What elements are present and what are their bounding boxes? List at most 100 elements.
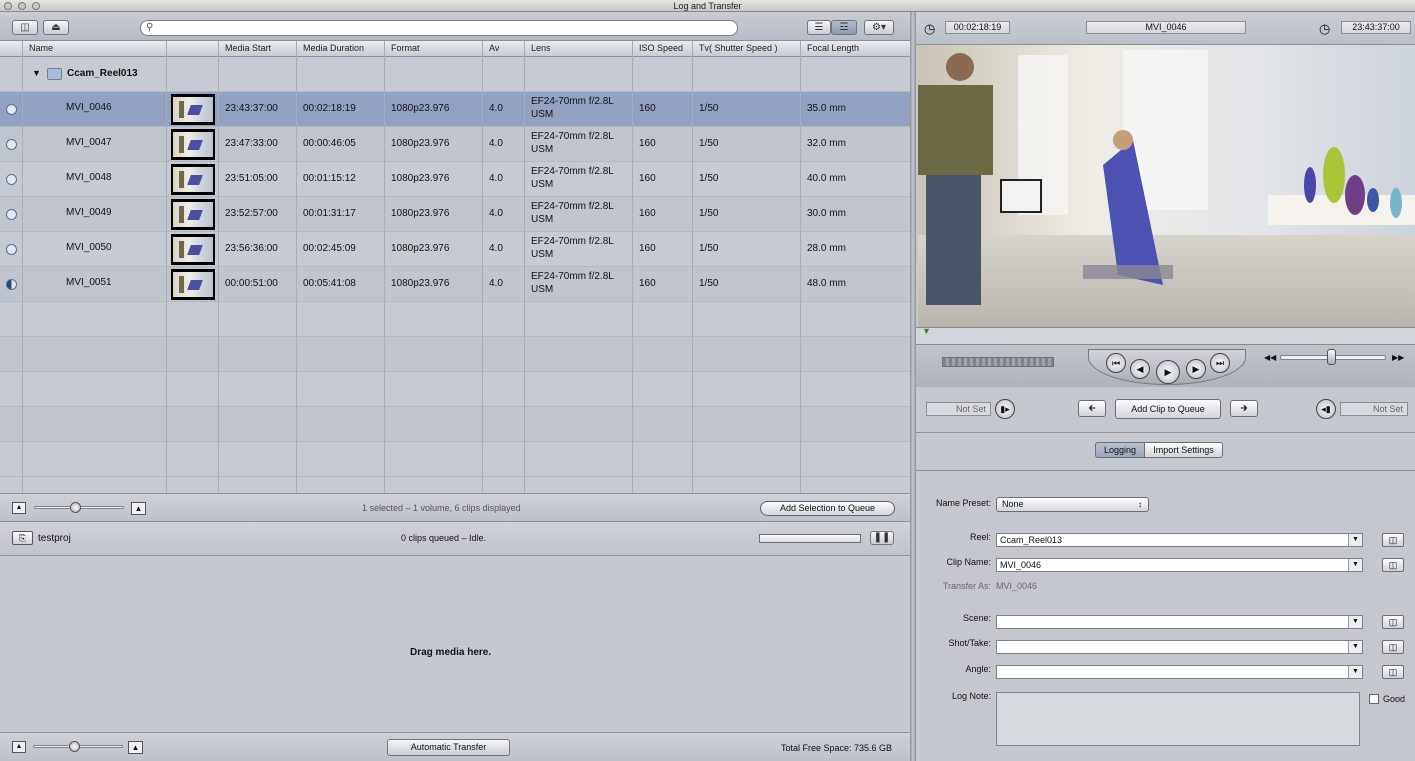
play-button[interactable]: ▶ (1156, 360, 1180, 384)
dropdown-arrow-icon[interactable]: ▼ (1348, 666, 1362, 678)
clip-name-slate-button[interactable]: ◫ (1382, 558, 1404, 572)
angle-field[interactable]: ▼ (996, 665, 1363, 679)
minimize-window-button[interactable] (18, 2, 26, 10)
table-row[interactable]: MVI_0048 23:51:05:00 00:01:15:12 1080p23… (0, 162, 910, 197)
shuttle-knob[interactable] (1327, 349, 1336, 365)
column-divider (524, 57, 525, 493)
table-row[interactable]: MVI_0047 23:47:33:00 00:00:46:05 1080p23… (0, 127, 910, 162)
shutter: 1/50 (699, 208, 719, 219)
dropdown-arrow-icon[interactable]: ▼ (1348, 616, 1362, 628)
iso: 160 (639, 138, 656, 149)
playhead-icon[interactable]: ▼ (922, 326, 931, 336)
duration-timecode[interactable]: 00:02:18:19 (945, 21, 1010, 34)
col-shutter[interactable]: Tv( Shutter Speed ) (692, 41, 800, 57)
previous-clip-button[interactable]: 🡰 (1078, 400, 1106, 417)
automatic-transfer-button[interactable]: Automatic Transfer (387, 739, 510, 756)
col-focal[interactable]: Focal Length (800, 41, 910, 57)
eject-button[interactable]: ⏏ (43, 20, 69, 35)
transfer-status-icon[interactable] (6, 244, 17, 255)
clip-name: MVI_0049 (66, 207, 112, 218)
queue-drop-zone[interactable]: Drag media here. (0, 556, 910, 732)
table-row[interactable]: MVI_0049 23:52:57:00 00:01:31:17 1080p23… (0, 197, 910, 232)
clip-thumbnail (171, 129, 215, 160)
large-thumbnail-icon[interactable]: ▲ (131, 502, 146, 515)
in-point-field[interactable]: Not Set (926, 402, 991, 416)
previous-frame-button[interactable]: ◀ (1130, 359, 1150, 379)
table-row[interactable]: MVI_0050 23:56:36:00 00:02:45:09 1080p23… (0, 232, 910, 267)
shot-take-field[interactable]: ▼ (996, 640, 1363, 654)
col-iso[interactable]: ISO Speed (632, 41, 692, 57)
tab-import-settings[interactable]: Import Settings (1144, 442, 1223, 458)
add-folder-button[interactable]: ◫ (12, 20, 38, 35)
pause-queue-button[interactable]: ❚❚ (870, 531, 894, 545)
add-clip-to-queue-button[interactable]: Add Clip to Queue (1115, 399, 1221, 419)
scene-slate-button[interactable]: ◫ (1382, 615, 1404, 629)
col-media-duration[interactable]: Media Duration (296, 41, 384, 57)
dropdown-arrow-icon[interactable]: ▼ (1348, 534, 1362, 546)
zoom-window-button[interactable] (32, 2, 40, 10)
shot-take-label: Shot/Take: (948, 638, 991, 648)
reel-slate-button[interactable]: ◫ (1382, 533, 1404, 547)
dropdown-arrow-icon[interactable]: ▼ (1348, 641, 1362, 653)
add-selection-to-queue-button[interactable]: Add Selection to Queue (760, 501, 895, 516)
log-note-textarea[interactable] (996, 692, 1360, 746)
small-thumbnail-icon[interactable]: ▲ (12, 741, 26, 753)
large-thumbnail-icon[interactable]: ▲ (128, 741, 143, 754)
format: 1080p23.976 (391, 243, 450, 254)
next-clip-button[interactable]: 🡲 (1230, 400, 1258, 417)
reel-row[interactable]: ▼ Ccam_Reel013 (0, 57, 910, 92)
go-to-start-button[interactable]: ⏮ (1106, 353, 1126, 373)
out-point-field[interactable]: Not Set (1340, 402, 1408, 416)
queue-thumbnail-knob[interactable] (69, 741, 80, 752)
format: 1080p23.976 (391, 208, 450, 219)
media-start: 23:56:36:00 (225, 243, 278, 254)
go-to-end-button[interactable]: ⏭ (1210, 353, 1230, 373)
current-timecode[interactable]: 23:43:37:00 (1341, 21, 1411, 34)
shot-take-slate-button[interactable]: ◫ (1382, 640, 1404, 654)
free-space: Total Free Space: 735.6 GB (781, 743, 893, 753)
project-icon[interactable]: ⎘ (12, 531, 33, 545)
clip-name-field[interactable]: MVI_0046 ▼ (996, 558, 1363, 572)
col-name[interactable]: Name (22, 41, 166, 57)
transfer-status-icon[interactable] (6, 174, 17, 185)
transfer-status-icon[interactable] (6, 279, 17, 290)
clip-name: MVI_0051 (66, 277, 112, 288)
col-format[interactable]: Format (384, 41, 482, 57)
tab-logging[interactable]: Logging (1095, 442, 1145, 458)
col-av[interactable]: Av (482, 41, 524, 57)
next-frame-button[interactable]: ▶ (1186, 359, 1206, 379)
transfer-status-icon[interactable] (6, 139, 17, 150)
list-icon: ☰ (814, 22, 824, 33)
disclosure-triangle-icon[interactable]: ▼ (32, 68, 41, 78)
thumbnail-size-knob[interactable] (70, 502, 81, 513)
browser-status-text: 1 selected – 1 volume, 6 clips displayed (362, 503, 521, 513)
list-view-button[interactable]: ☰ (807, 20, 831, 35)
table-row[interactable]: MVI_0051 00:00:51:00 00:05:41:08 1080p23… (0, 267, 910, 302)
angle-slate-button[interactable]: ◫ (1382, 665, 1404, 679)
search-input[interactable]: ⚲ (140, 20, 738, 36)
transfer-status-icon[interactable] (6, 209, 17, 220)
reel-field[interactable]: Ccam_Reel013 ▼ (996, 533, 1363, 547)
thumbnail-view-button[interactable]: ☲ (831, 20, 857, 35)
col-thumbnail[interactable] (166, 41, 218, 57)
good-checkbox[interactable] (1369, 694, 1379, 704)
col-media-start[interactable]: Media Start (218, 41, 296, 57)
scrubber-bar[interactable]: ▼ (916, 326, 1415, 345)
mark-out-button[interactable]: ◂▮ (1316, 399, 1336, 419)
name-preset-select[interactable]: None ↕ (996, 497, 1149, 512)
jog-wheel[interactable] (942, 357, 1054, 367)
aperture: 4.0 (489, 138, 503, 149)
dropdown-arrow-icon[interactable]: ▼ (1348, 559, 1362, 571)
focal-length: 40.0 mm (807, 173, 846, 184)
table-row[interactable]: MVI_0046 23:43:37:00 00:02:18:19 1080p23… (0, 92, 910, 127)
mark-in-button[interactable]: ▮▸ (995, 399, 1015, 419)
close-window-button[interactable] (4, 2, 12, 10)
scene-field[interactable]: ▼ (996, 615, 1363, 629)
action-menu-button[interactable]: ⚙▾ (864, 20, 894, 35)
small-thumbnail-icon[interactable]: ▲ (12, 502, 26, 514)
col-lens[interactable]: Lens (524, 41, 632, 57)
duration-clock-icon: ◷ (924, 21, 936, 36)
log-note-label: Log Note: (951, 691, 991, 701)
transfer-status-icon[interactable] (6, 104, 17, 115)
empty-row (0, 442, 910, 477)
